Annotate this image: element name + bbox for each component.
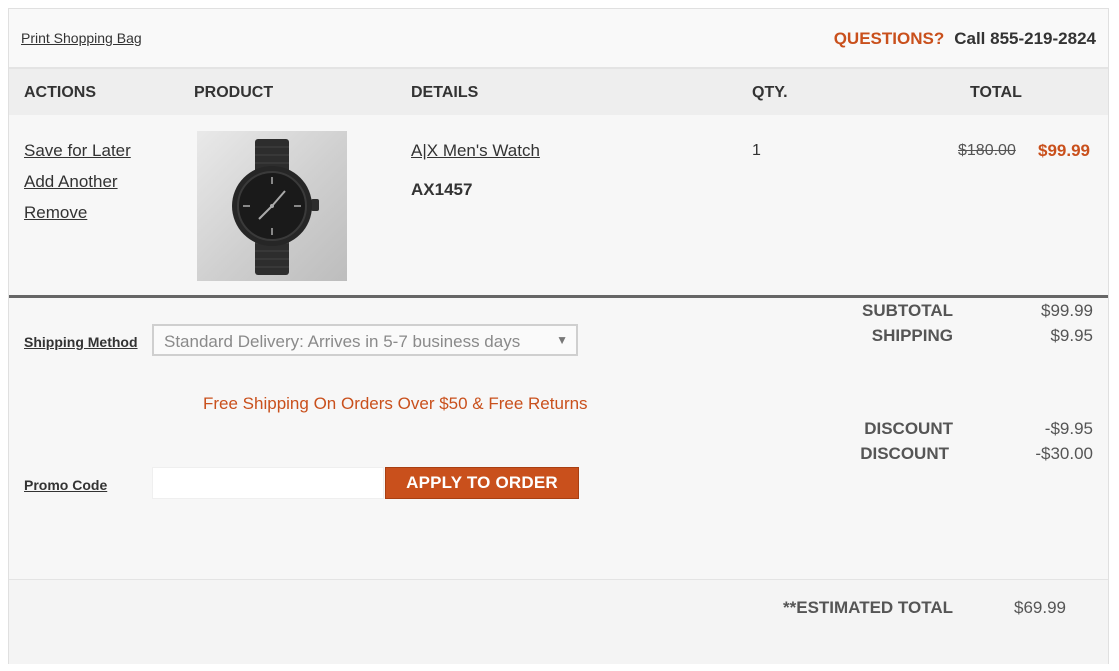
shipping-method-label: Shipping Method	[24, 334, 138, 350]
shipping-method-select[interactable]: Standard Delivery: Arrives in 5-7 busine…	[152, 324, 578, 356]
product-sku: AX1457	[411, 180, 473, 199]
promo-code-input[interactable]	[152, 467, 384, 499]
save-for-later-link[interactable]: Save for Later	[24, 141, 131, 161]
free-shipping-message: Free Shipping On Orders Over $50 & Free …	[203, 394, 588, 413]
column-header-product: PRODUCT	[194, 84, 274, 101]
questions-label: QUESTIONS?	[833, 29, 945, 48]
subtotal-label: SUBTOTAL	[862, 301, 953, 320]
shipping-method-value: Standard Delivery: Arrives in 5-7 busine…	[164, 332, 521, 351]
column-header-actions: ACTIONS	[24, 84, 96, 101]
column-header-qty: QTY.	[752, 84, 788, 101]
print-shopping-bag-link[interactable]: Print Shopping Bag	[21, 30, 142, 46]
column-header-details: DETAILS	[411, 84, 479, 101]
estimated-total-label: **ESTIMATED TOTAL	[783, 598, 953, 617]
phone-number[interactable]: Call 855-219-2824	[954, 29, 1096, 48]
chevron-down-icon: ▼	[556, 333, 568, 347]
table-header-row: ACTIONS PRODUCT DETAILS QTY. TOTAL	[9, 69, 1108, 115]
bag-topbar: Print Shopping Bag QUESTIONS? Call 855-21…	[9, 9, 1108, 69]
remove-link[interactable]: Remove	[24, 203, 87, 223]
product-name-link[interactable]: A|X Men's Watch	[411, 141, 540, 161]
watch-icon	[232, 139, 319, 275]
discount-value: -$9.95	[1044, 419, 1093, 438]
item-quantity: 1	[752, 142, 761, 159]
discount-label: DISCOUNT	[864, 419, 953, 438]
shipping-value: $9.95	[1050, 326, 1093, 345]
estimated-total-row: **ESTIMATED TOTAL $69.99	[9, 579, 1108, 664]
questions-contact: QUESTIONS? Call 855-219-2824	[834, 29, 1096, 49]
sale-price: $99.99	[1038, 141, 1090, 160]
estimated-total-value: $69.99	[1014, 598, 1066, 617]
original-price: $180.00	[958, 142, 1016, 159]
shopping-bag-panel: Print Shopping Bag QUESTIONS? Call 855-21…	[8, 8, 1109, 664]
discount-value-2: -$30.00	[1035, 444, 1093, 463]
subtotal-value: $99.99	[1041, 301, 1093, 320]
discount-label-2: DISCOUNT	[860, 444, 949, 463]
promo-code-label: Promo Code	[24, 477, 108, 493]
table-row: Save for Later Add Another Remove A|X Me…	[9, 115, 1108, 298]
add-another-link[interactable]: Add Another	[24, 172, 118, 192]
apply-to-order-button[interactable]: APPLY TO ORDER	[385, 467, 579, 499]
shipping-label: SHIPPING	[871, 326, 953, 345]
product-image[interactable]	[197, 131, 347, 281]
column-header-total: TOTAL	[970, 84, 1022, 101]
